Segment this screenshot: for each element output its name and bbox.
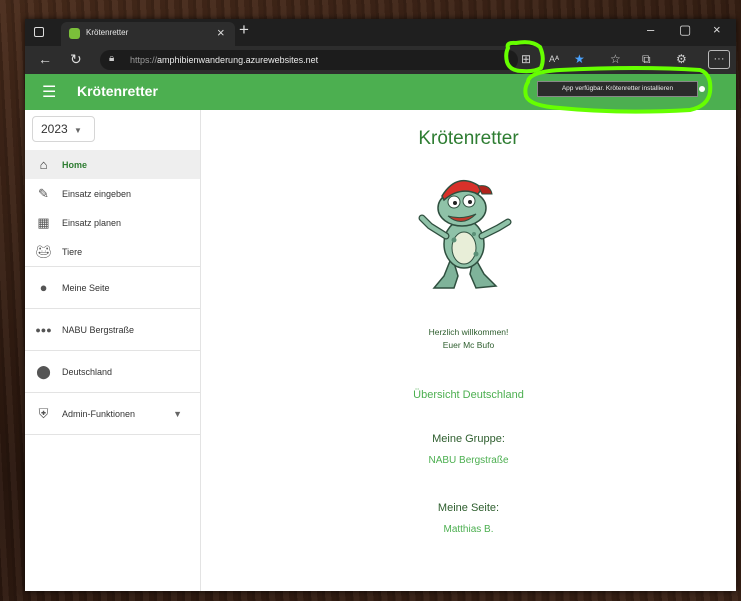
my-page-heading: Meine Seite: [437, 502, 500, 514]
sidebar-item-home[interactable]: ⌂ Home [25, 150, 200, 179]
chevron-down-icon: ▼ [173, 408, 182, 419]
calendar-icon: ▦ [37, 214, 50, 230]
collections-icon[interactable]: ⧉ [642, 52, 651, 67]
sidebar-item-label: Einsatz planen [62, 217, 122, 228]
sidebar-item-label: Deutschland [62, 366, 113, 377]
browser-toolbar: ← ↻ 🔒︎ https://amphibienwanderung.azurew… [25, 46, 736, 74]
group-icon: ●●● [35, 324, 52, 335]
overview-link[interactable]: Übersicht Deutschland [201, 389, 736, 401]
frog-mascot-image [418, 179, 512, 289]
maximize-button[interactable]: ▢ [679, 22, 691, 38]
person-icon: ● [39, 280, 48, 295]
sidebar: 2023 ▼ ⌂ Home ✎ Einsatz eingeben ▦ Einsa… [25, 110, 201, 591]
sidebar-item-label: NABU Bergstraße [62, 324, 135, 335]
read-aloud-icon[interactable]: Aᴬ [549, 54, 559, 64]
sidebar-item-einsatz-eingeben[interactable]: ✎ Einsatz eingeben [25, 179, 200, 208]
group-heading: Meine Gruppe: [432, 433, 505, 445]
tab-strip: Krötenretter × + – ▢ × [25, 19, 736, 46]
app-install-icon[interactable]: ⊞ [521, 52, 531, 66]
sidebar-item-meine-seite[interactable]: ● Meine Seite [25, 266, 200, 308]
year-value: 2023 [41, 122, 68, 136]
url-text: https://amphibienwanderung.azurewebsites… [130, 55, 319, 65]
browser-tab[interactable]: Krötenretter × [61, 22, 235, 46]
refresh-icon[interactable]: ↻ [70, 51, 82, 68]
install-tooltip: App verfügbar. Krötenretter installieren [537, 81, 698, 97]
edit-note-icon: ✎ [38, 185, 49, 201]
sidebar-item-label: Einsatz eingeben [62, 188, 132, 199]
sidebar-item-label: Meine Seite [62, 282, 110, 293]
year-select[interactable]: 2023 ▼ [32, 116, 95, 142]
sidebar-item-admin-funktionen[interactable]: ⛨ Admin-Funktionen ▼ [25, 392, 200, 434]
menu-icon[interactable]: ☰ [42, 82, 56, 102]
my-page-link[interactable]: Matthias B. [201, 524, 736, 535]
home-icon: ⌂ [39, 157, 48, 172]
tab-title: Krötenretter [86, 28, 129, 37]
extensions-icon[interactable]: ⚙ [676, 52, 687, 66]
new-tab-button[interactable]: + [239, 20, 249, 40]
lock-icon: 🔒︎ [109, 53, 115, 64]
window-menu-icon[interactable] [34, 27, 44, 37]
group-link[interactable]: NABU Bergstraße [201, 455, 736, 466]
frog-icon: 🐸︎ [35, 243, 52, 259]
sidebar-item-deutschland[interactable]: ⬤ Deutschland [25, 350, 200, 392]
sidebar-item-einsatz-planen[interactable]: ▦ Einsatz planen [25, 208, 200, 237]
sidebar-item-label: Admin-Funktionen [62, 408, 136, 419]
sidebar-item-tiere[interactable]: 🐸︎ Tiere [25, 237, 200, 266]
back-arrow-icon[interactable]: ← [38, 51, 52, 67]
caret-down-icon: ▼ [74, 126, 82, 135]
tab-close-icon[interactable]: × [217, 25, 225, 40]
profile-dot [699, 86, 705, 92]
address-bar[interactable]: 🔒︎ https://amphibienwanderung.azurewebsi… [100, 50, 518, 70]
main-content: Krötenretter Herzlich willkommen! Euer M… [201, 110, 736, 591]
more-menu-button[interactable]: ··· [708, 50, 730, 69]
admin-shield-icon: ⛨ [38, 405, 49, 421]
sidebar-divider [25, 434, 200, 435]
favorites-icon[interactable]: ☆ [610, 52, 621, 66]
page-title: Krötenretter [418, 128, 519, 149]
sidebar-item-label: Tiere [62, 246, 83, 257]
frog-favicon-icon [69, 28, 80, 39]
sidebar-item-label: Home [62, 159, 88, 170]
minimize-button[interactable]: – [647, 22, 654, 37]
sidebar-item-nabu-bergstrasse[interactable]: ●●● NABU Bergstraße [25, 308, 200, 350]
app-title: Krötenretter [77, 83, 158, 99]
welcome-line-1: Herzlich willkommen! [428, 327, 509, 337]
browser-window: Krötenretter × + – ▢ × ← ↻ 🔒︎ https://am… [25, 19, 736, 591]
close-window-button[interactable]: × [713, 22, 721, 37]
location-pin-icon: ⬤ [36, 363, 51, 379]
favorite-star-icon[interactable]: ★ [574, 52, 585, 66]
welcome-line-2: Euer Mc Bufo [442, 340, 495, 350]
